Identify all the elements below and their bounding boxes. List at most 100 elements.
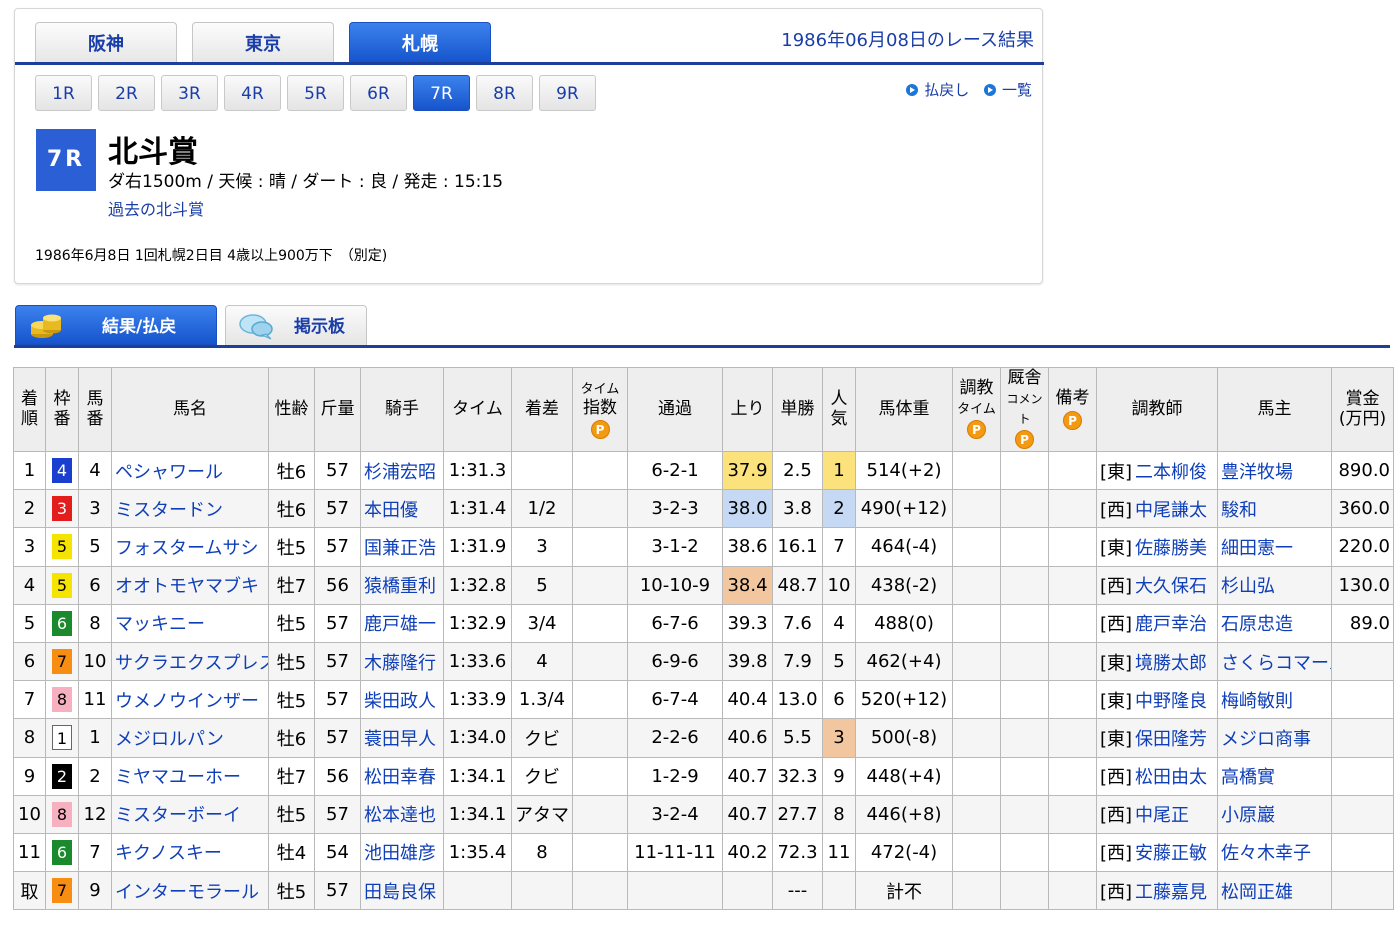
trainer-link[interactable]: 佐藤勝美 bbox=[1135, 538, 1207, 559]
tab-race-5r[interactable]: 5R bbox=[287, 75, 344, 111]
jockey-link[interactable]: 国兼正浩 bbox=[364, 538, 436, 559]
owner-link[interactable]: メジロ商事 bbox=[1221, 729, 1311, 750]
owner-link[interactable]: 杉山弘 bbox=[1221, 576, 1275, 597]
trainer-link[interactable]: 松田由太 bbox=[1135, 767, 1207, 788]
training-time-cell bbox=[952, 756, 1001, 796]
waku-badge-cell: 2 bbox=[45, 756, 79, 796]
win-odds-cell: 5.5 bbox=[772, 718, 823, 758]
jockey-link[interactable]: 杉浦宏昭 bbox=[364, 462, 436, 483]
remarks-cell bbox=[1048, 871, 1097, 911]
horse-link[interactable]: メジロルパン bbox=[115, 729, 224, 750]
horse-link[interactable]: ミヤマユーホー bbox=[115, 767, 241, 788]
trainer-link[interactable]: 鹿戸幸治 bbox=[1135, 614, 1207, 635]
owner-link-cell: さくらコマース bbox=[1217, 641, 1332, 682]
last-3f-cell: 39.3 bbox=[722, 603, 773, 643]
horse-link[interactable]: オオトモヤマブキ bbox=[115, 576, 259, 597]
owner-link[interactable]: さくらコマース bbox=[1221, 653, 1331, 674]
last-3f-cell: 39.8 bbox=[722, 641, 773, 682]
jockey-link[interactable]: 鹿戸雄一 bbox=[364, 614, 436, 635]
tab-race-9r[interactable]: 9R bbox=[539, 75, 596, 111]
horse-link[interactable]: サクラエクスプレス bbox=[115, 653, 268, 674]
jockey-link[interactable]: 猿橋重利 bbox=[364, 576, 436, 597]
p-mark-icon[interactable]: P bbox=[590, 420, 610, 440]
remarks-cell bbox=[1048, 565, 1097, 605]
passing-order-cell: 2-2-6 bbox=[627, 718, 723, 758]
trainer-link[interactable]: 中野隆良 bbox=[1135, 691, 1207, 712]
horse-link[interactable]: キクノスキー bbox=[115, 843, 222, 864]
owner-link[interactable]: 梅崎敏則 bbox=[1221, 691, 1293, 712]
owner-link[interactable]: 小原巖 bbox=[1221, 805, 1275, 826]
tab-course-sapporo[interactable]: 札幌 bbox=[349, 22, 491, 62]
sex-age-cell: 牡5 bbox=[268, 603, 315, 643]
trainer-link[interactable]: 境勝太郎 bbox=[1135, 653, 1207, 674]
jockey-link[interactable]: 田島良保 bbox=[364, 882, 436, 903]
payout-link[interactable]: 払戻し bbox=[906, 81, 969, 99]
tab-race-2r[interactable]: 2R bbox=[98, 75, 155, 111]
list-link[interactable]: 一覧 bbox=[983, 81, 1032, 99]
carried-weight-cell: 57 bbox=[314, 450, 361, 491]
header-order: 着順 bbox=[13, 367, 46, 452]
finish-order-cell: 8 bbox=[13, 718, 46, 758]
tab-race-6r[interactable]: 6R bbox=[350, 75, 407, 111]
jockey-link[interactable]: 蓑田早人 bbox=[364, 729, 436, 750]
trainer-link[interactable]: 中尾謙太 bbox=[1135, 500, 1207, 521]
jockey-link[interactable]: 木藤隆行 bbox=[364, 653, 436, 674]
jockey-link-cell: 蓑田早人 bbox=[360, 718, 444, 758]
owner-link[interactable]: 松岡正雄 bbox=[1221, 882, 1293, 903]
time-index-cell bbox=[572, 450, 628, 491]
jockey-link[interactable]: 松本達也 bbox=[364, 805, 436, 826]
waku-badge: 4 bbox=[52, 458, 72, 484]
owner-link[interactable]: 細田憲一 bbox=[1221, 538, 1293, 559]
owner-link[interactable]: 石原忠造 bbox=[1221, 614, 1293, 635]
tab-course-hanshin[interactable]: 阪神 bbox=[35, 22, 177, 62]
trainer-link[interactable]: 二本柳俊 bbox=[1135, 462, 1207, 483]
table-row: 6 7 10 サクラエクスプレス 牡5 57 木藤隆行 1:33.6 4 6-9-6 39.8 7.9… bbox=[13, 641, 1394, 682]
owner-link[interactable]: 豊洋牧場 bbox=[1221, 462, 1293, 483]
p-mark-icon[interactable]: P bbox=[1015, 430, 1034, 450]
p-mark-icon[interactable]: P bbox=[967, 420, 986, 440]
horse-number-cell: 9 bbox=[78, 871, 112, 911]
carried-weight-cell: 57 bbox=[314, 680, 361, 720]
jockey-link[interactable]: 柴田政人 bbox=[364, 691, 436, 712]
table-row: 5 6 8 マッキニー 牡5 57 鹿戸雄一 1:32.9 3/4 6-7-6 39.3 7.6 4 48… bbox=[13, 603, 1394, 643]
trainer-link[interactable]: 工藤嘉見 bbox=[1135, 882, 1207, 903]
horse-link[interactable]: ミスタードン bbox=[115, 500, 223, 521]
trainer-link[interactable]: 保田隆芳 bbox=[1135, 729, 1207, 750]
trainer-link[interactable]: 大久保石 bbox=[1135, 576, 1207, 597]
top-links: 払戻し 一覧 bbox=[896, 79, 1032, 100]
tab-race-3r[interactable]: 3R bbox=[161, 75, 218, 111]
trainer-region: [東] bbox=[1100, 537, 1133, 559]
jockey-link-cell: 松本達也 bbox=[360, 794, 444, 834]
prize-cell bbox=[1331, 871, 1394, 911]
owner-link[interactable]: 佐々木幸子 bbox=[1221, 843, 1311, 864]
owner-link[interactable]: 高橋實 bbox=[1221, 767, 1275, 788]
horse-link[interactable]: ミスターボーイ bbox=[115, 805, 241, 826]
horse-number-cell: 8 bbox=[78, 603, 112, 643]
tab-course-tokyo[interactable]: 東京 bbox=[192, 22, 334, 62]
tab-results-payout[interactable]: 結果/払戻 bbox=[15, 305, 217, 345]
p-mark-icon[interactable]: P bbox=[1063, 410, 1082, 430]
horse-link[interactable]: フォスタームサシ bbox=[115, 538, 258, 559]
carried-weight-cell: 56 bbox=[314, 756, 361, 796]
tab-race-4r[interactable]: 4R bbox=[224, 75, 281, 111]
jockey-link[interactable]: 本田優 bbox=[364, 500, 418, 521]
body-weight-cell: 488(0) bbox=[855, 603, 953, 643]
trainer-link[interactable]: 安藤正敏 bbox=[1135, 843, 1207, 864]
tab-message-board[interactable]: 掲示板 bbox=[225, 305, 367, 345]
tab-race-7r[interactable]: 7R bbox=[413, 75, 470, 111]
tab-race-1r[interactable]: 1R bbox=[35, 75, 92, 111]
header-waku: 枠番 bbox=[45, 367, 79, 452]
past-races-link[interactable]: 過去の北斗賞 bbox=[108, 196, 204, 220]
owner-link[interactable]: 駿和 bbox=[1221, 500, 1257, 521]
jockey-link[interactable]: 池田雄彦 bbox=[364, 843, 436, 864]
margin-cell: 4 bbox=[511, 641, 573, 682]
tab-race-8r[interactable]: 8R bbox=[476, 75, 533, 111]
horse-link[interactable]: マッキニー bbox=[115, 614, 205, 635]
horse-link[interactable]: ウメノウインザー bbox=[115, 691, 259, 712]
trainer-link[interactable]: 中尾正 bbox=[1135, 805, 1189, 826]
horse-link[interactable]: ペシャワール bbox=[115, 462, 223, 483]
jockey-link[interactable]: 松田幸春 bbox=[364, 767, 436, 788]
horse-link[interactable]: インターモラール bbox=[115, 882, 259, 903]
header-weight: 斤量 bbox=[314, 367, 361, 452]
margin-cell: 8 bbox=[511, 832, 573, 873]
